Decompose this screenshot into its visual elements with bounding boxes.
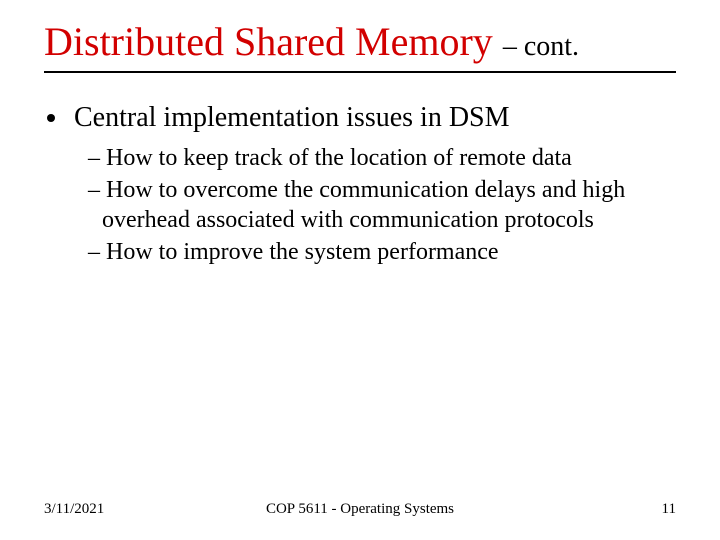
bullet-text: Central implementation issues in DSM <box>74 102 510 133</box>
sub-item: – How to keep track of the location of r… <box>74 143 676 173</box>
title-area: Distributed Shared Memory – cont. <box>0 0 720 73</box>
slide: Distributed Shared Memory – cont. Centra… <box>0 0 720 540</box>
footer-page: 11 <box>662 501 676 518</box>
sub-list: – How to keep track of the location of r… <box>74 135 676 267</box>
footer: 3/11/2021 COP 5611 - Operating Systems 1… <box>0 501 720 518</box>
bullet-list: Central implementation issues in DSM – H… <box>44 101 676 267</box>
sub-item: – How to overcome the communication dela… <box>74 175 676 235</box>
sub-item: – How to improve the system performance <box>74 237 676 267</box>
footer-course: COP 5611 - Operating Systems <box>0 501 720 518</box>
footer-date: 3/11/2021 <box>44 501 104 518</box>
title-main: Distributed Shared Memory <box>44 19 493 64</box>
bullet-item: Central implementation issues in DSM – H… <box>70 101 676 267</box>
content-area: Central implementation issues in DSM – H… <box>0 73 720 267</box>
slide-title: Distributed Shared Memory – cont. <box>44 18 676 65</box>
title-suffix: – cont. <box>497 31 579 62</box>
